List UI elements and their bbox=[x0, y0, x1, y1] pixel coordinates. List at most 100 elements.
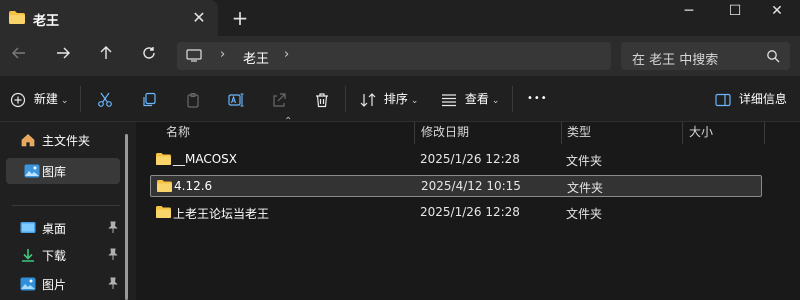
search-input[interactable]: 在 老王 中搜索 bbox=[632, 49, 718, 68]
delete-button[interactable] bbox=[314, 88, 330, 110]
copy-button[interactable] bbox=[141, 88, 157, 110]
pin-icon[interactable] bbox=[107, 221, 119, 234]
nav-item-label: 下载 bbox=[42, 249, 67, 263]
gallery-icon bbox=[24, 164, 40, 178]
close-button[interactable]: ✕ bbox=[754, 0, 800, 24]
command-bar: 新建 ⌄ 排序 ⌄ 查看 ⌄ ••• 详细信息 bbox=[0, 76, 800, 122]
view-icon bbox=[442, 93, 456, 106]
download-icon bbox=[22, 249, 34, 262]
file-type: 文件夹 bbox=[566, 154, 603, 168]
arrow-right-icon bbox=[57, 47, 70, 59]
nav-item-home[interactable]: 主文件夹 bbox=[0, 127, 122, 153]
nav-item-pictures[interactable]: 图片 bbox=[0, 271, 122, 297]
column-header-size[interactable]: 大小 bbox=[689, 122, 713, 144]
search-box[interactable]: 在 老王 中搜索 bbox=[621, 42, 790, 70]
file-row[interactable]: __MACOSX 2025/1/26 12:28 文件夹 bbox=[150, 149, 762, 171]
chevron-down-icon: ⌄ bbox=[60, 96, 69, 106]
file-modified: 2025/1/26 12:28 bbox=[420, 152, 520, 166]
nav-item-label: 桌面 bbox=[42, 222, 67, 236]
scrollbar[interactable] bbox=[125, 134, 128, 300]
view-label: 查看 bbox=[464, 92, 489, 106]
folder-icon bbox=[156, 153, 171, 165]
nav-item-label: 图库 bbox=[42, 165, 67, 179]
breadcrumb-separator[interactable]: › bbox=[284, 47, 289, 62]
forward-button[interactable] bbox=[49, 44, 77, 68]
navigation-bar: › 老王 › 在 老王 中搜索 bbox=[0, 36, 800, 76]
details-pane-icon bbox=[715, 93, 731, 106]
details-label: 详细信息 bbox=[738, 92, 787, 106]
column-header-modified[interactable]: 修改日期 bbox=[421, 122, 469, 144]
scissors-icon bbox=[98, 92, 112, 107]
folder-icon bbox=[9, 11, 25, 24]
up-button[interactable] bbox=[92, 44, 120, 68]
minimize-button[interactable]: ─ bbox=[666, 0, 712, 24]
title-bar: 老王 ✕ + ─ ☐ ✕ bbox=[0, 0, 800, 36]
file-type: 文件夹 bbox=[566, 207, 603, 221]
sort-label: 排序 bbox=[383, 92, 408, 106]
rename-button[interactable] bbox=[228, 88, 244, 110]
more-options-button[interactable]: ••• bbox=[527, 88, 548, 110]
refresh-icon bbox=[143, 47, 155, 59]
sort-button[interactable]: 排序 ⌄ bbox=[360, 88, 418, 110]
column-header-type[interactable]: 类型 bbox=[567, 122, 591, 144]
column-divider[interactable] bbox=[561, 122, 562, 144]
search-icon bbox=[767, 50, 780, 63]
copy-icon bbox=[143, 92, 156, 106]
divider bbox=[80, 86, 81, 112]
plus-circle-icon bbox=[10, 92, 26, 107]
desktop-icon bbox=[20, 222, 36, 233]
divider bbox=[12, 205, 120, 206]
sort-icon bbox=[360, 92, 376, 107]
breadcrumb-separator[interactable]: › bbox=[220, 47, 225, 62]
rename-icon bbox=[228, 92, 244, 107]
file-type: 文件夹 bbox=[567, 181, 604, 195]
pictures-icon bbox=[20, 277, 36, 291]
cut-button[interactable] bbox=[97, 88, 113, 110]
column-header-name[interactable]: 名称 bbox=[166, 122, 190, 144]
share-button[interactable] bbox=[271, 88, 287, 110]
sort-ascending-icon: ⌃ bbox=[284, 116, 293, 127]
new-button[interactable]: 新建 ⌄ bbox=[10, 88, 68, 110]
file-modified: 2025/1/26 12:28 bbox=[420, 205, 520, 219]
tab-title: 老王 bbox=[33, 14, 60, 29]
nav-item-desktop[interactable]: 桌面 bbox=[0, 215, 122, 241]
paste-button[interactable] bbox=[185, 88, 201, 110]
view-button[interactable]: 查看 ⌄ bbox=[441, 88, 499, 110]
details-pane-button[interactable]: 详细信息 bbox=[715, 88, 787, 110]
file-name: 4.12.6 bbox=[174, 179, 213, 193]
tab-close-icon[interactable]: ✕ bbox=[190, 9, 208, 27]
pin-icon[interactable] bbox=[107, 248, 119, 261]
share-icon bbox=[273, 92, 286, 107]
home-icon bbox=[21, 134, 35, 147]
new-tab-button[interactable]: + bbox=[229, 6, 251, 30]
back-button[interactable] bbox=[5, 44, 33, 68]
tab-active[interactable]: 老王 ✕ bbox=[0, 0, 218, 36]
pin-icon[interactable] bbox=[107, 277, 119, 290]
file-list: ⌃ 名称 修改日期 类型 大小 __MACOSX 2025/1/26 12:28… bbox=[136, 116, 800, 300]
refresh-button[interactable] bbox=[135, 44, 163, 68]
file-row-selected[interactable]: 4.12.6 2025/4/12 10:15 文件夹 bbox=[150, 175, 762, 197]
file-name: __MACOSX bbox=[173, 152, 238, 166]
new-label: 新建 bbox=[33, 92, 58, 106]
arrow-left-icon bbox=[12, 47, 25, 59]
folder-icon bbox=[157, 180, 172, 192]
address-bar[interactable]: › 老王 › bbox=[177, 42, 611, 70]
divider bbox=[345, 86, 346, 112]
nav-item-downloads[interactable]: 下载 bbox=[0, 242, 122, 268]
file-modified: 2025/4/12 10:15 bbox=[421, 179, 521, 193]
clipboard-icon bbox=[187, 92, 199, 108]
nav-item-label: 图片 bbox=[42, 278, 67, 292]
this-pc-icon bbox=[186, 49, 202, 62]
file-name: 上老王论坛当老王 bbox=[173, 207, 270, 221]
maximize-button[interactable]: ☐ bbox=[712, 0, 758, 24]
column-divider[interactable] bbox=[764, 122, 765, 144]
nav-item-gallery[interactable]: 图库 bbox=[6, 158, 120, 184]
column-divider[interactable] bbox=[414, 122, 415, 144]
file-row[interactable]: 上老王论坛当老王 2025/1/26 12:28 文件夹 bbox=[150, 202, 762, 224]
trash-icon bbox=[316, 92, 328, 107]
column-divider[interactable] bbox=[682, 122, 683, 144]
chevron-down-icon: ⌄ bbox=[410, 96, 419, 106]
divider bbox=[512, 86, 513, 112]
breadcrumb-item[interactable]: 老王 bbox=[243, 48, 269, 67]
chevron-down-icon: ⌄ bbox=[491, 96, 500, 106]
